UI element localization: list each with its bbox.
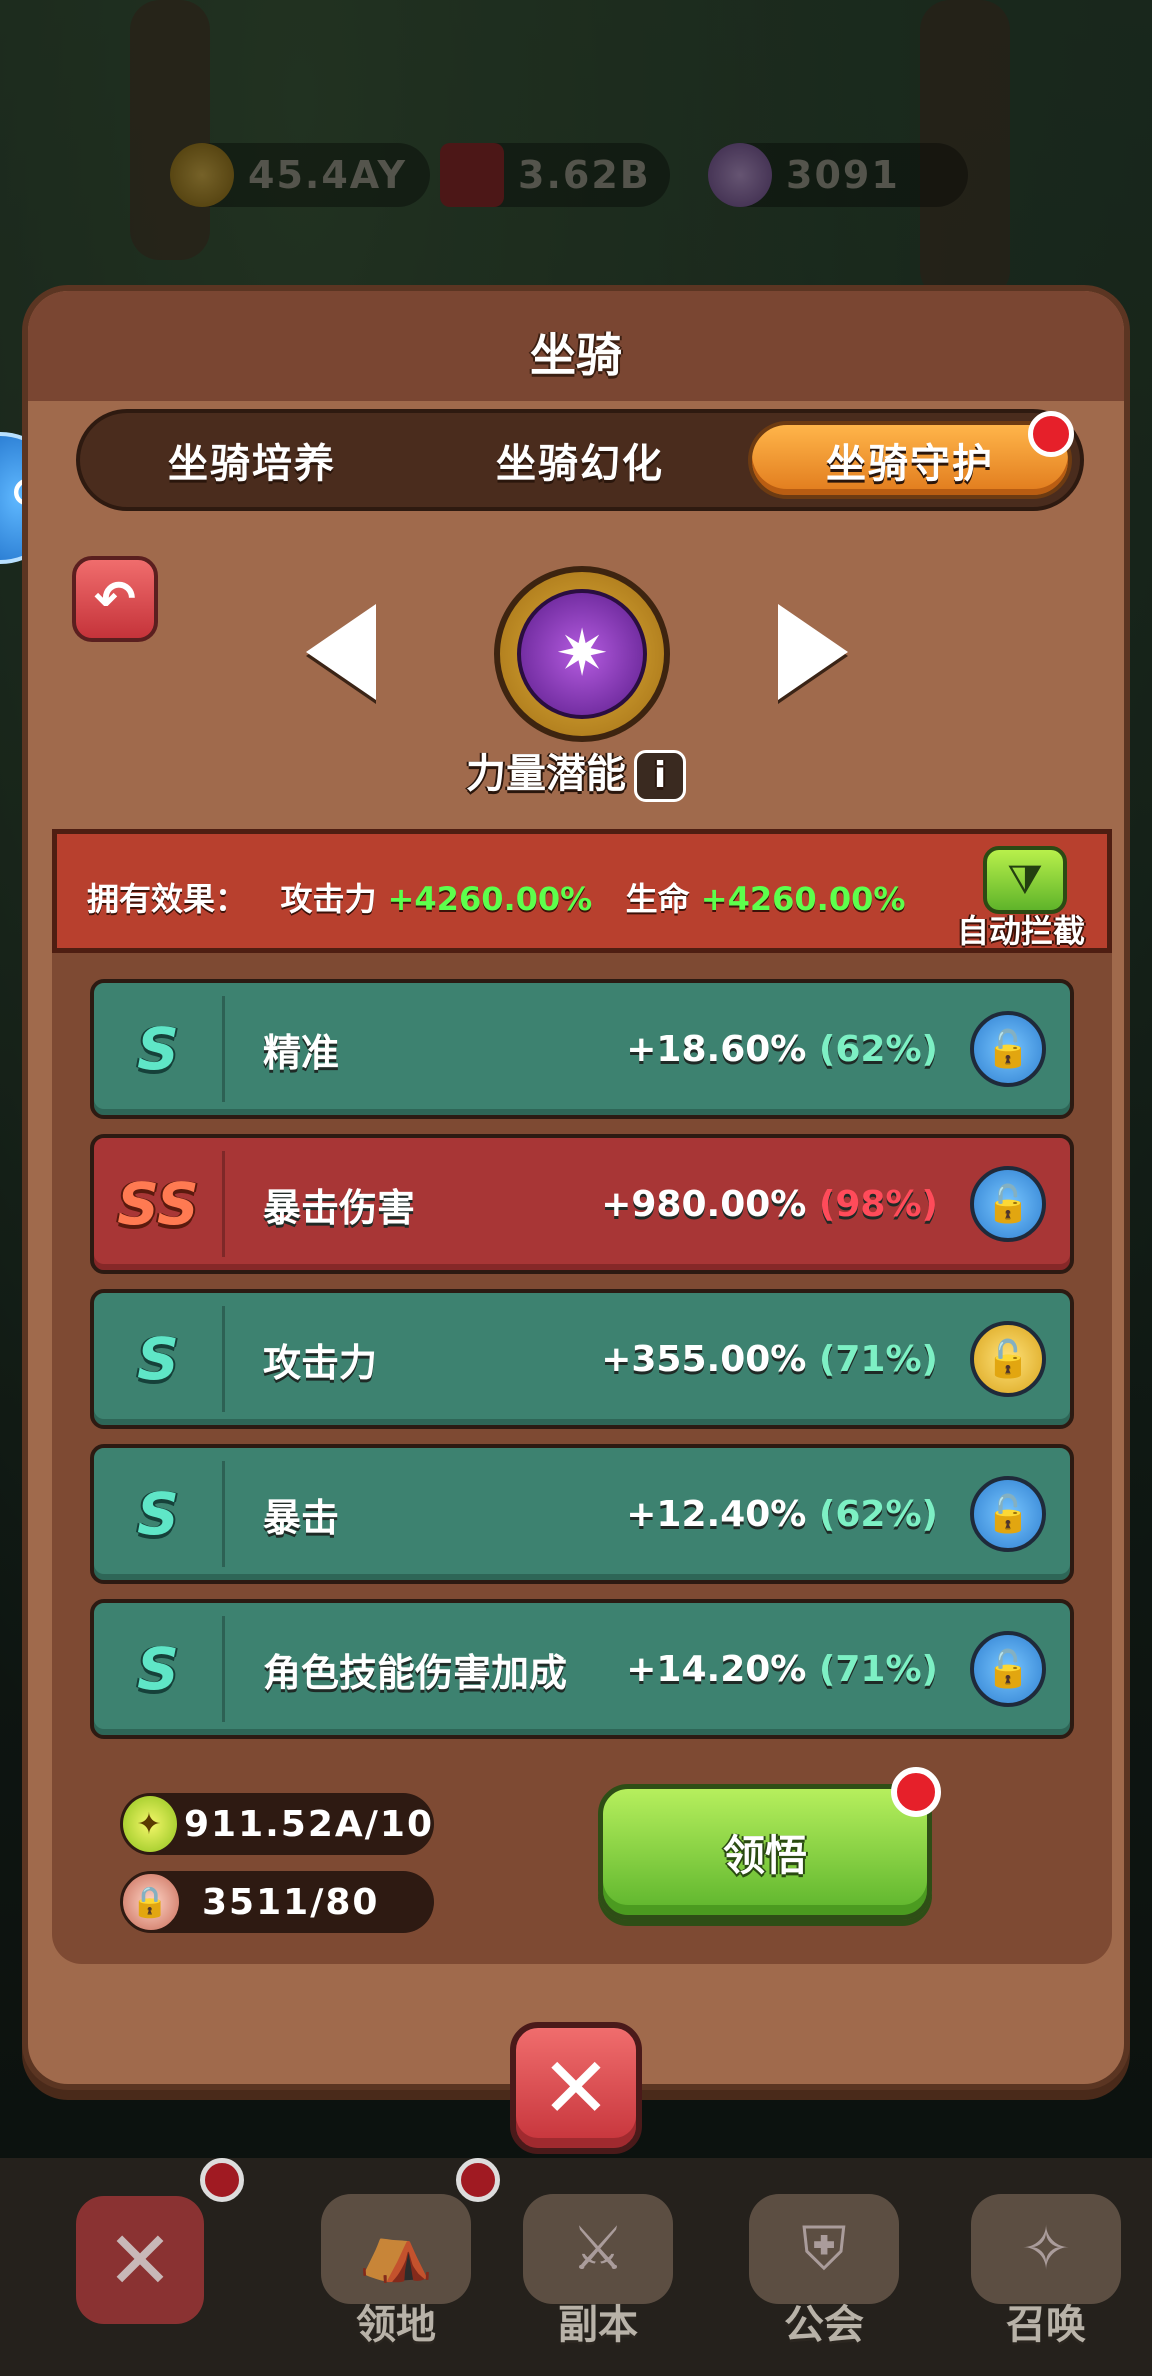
close-icon[interactable]: ✕ [76,2196,204,2324]
stat-value: +12.40% (62%) [626,1494,938,1535]
lock-counter: 🔒 3511/80 [120,1871,434,1933]
stat-row-crit-damage: SS 暴击伤害 +980.00% (98%) 🔓 [90,1134,1074,1274]
dialog-title: 坐骑 [530,328,622,382]
stat-amount: +12.40% [626,1493,807,1535]
close-button[interactable]: ✕ [510,2022,642,2154]
notification-dot [456,2158,500,2202]
stat-name: 暴击伤害 [263,1185,416,1230]
territory-icon: ⛺ [321,2194,471,2304]
stat-percent: (71%) [818,1338,938,1380]
grade-badge: SS [117,1170,199,1238]
stat-value: +980.00% (98%) [601,1184,938,1225]
nav-item-summon[interactable]: ✧ 召唤 [946,2170,1146,2350]
lock-icon[interactable]: 🔓 [970,1631,1046,1707]
back-button[interactable]: ↶ [72,556,158,642]
essence-value: 911.52A/10 [183,1803,434,1845]
stat-percent: (62%) [818,1493,938,1535]
guild-icon: ⛨ [749,2194,899,2304]
notification-dot [200,2158,244,2202]
effect-hp-value: +4260.00% [700,880,906,918]
nav-item-dungeon[interactable]: ⚔ 副本 [498,2170,698,2350]
nav-item-guild[interactable]: ⛨ 公会 [724,2170,924,2350]
stat-row-accuracy: S 精准 +18.60% (62%) 🔓 [90,979,1074,1119]
effect-attack-label: 攻击力 [280,880,377,918]
awaken-button[interactable]: 领悟 [598,1767,941,1920]
stat-percent: (98%) [818,1183,938,1225]
effect-attack-value: +4260.00% [387,880,593,918]
stat-value: +14.20% (71%) [626,1649,938,1690]
awaken-label: 领悟 [722,1830,807,1880]
effect-hp-label: 生命 [625,880,690,918]
stat-amount: +14.20% [626,1648,807,1690]
grade-badge: S [137,1325,179,1393]
lock-token-icon: 🔒 [120,1871,182,1933]
emblem-name: 力量潜能 [466,751,626,797]
stat-value: +355.00% (71%) [601,1339,938,1380]
tab-bar: 坐骑培养 坐骑幻化 坐骑守护 [76,409,1084,511]
notification-dot [1028,411,1074,457]
tab-mount-guard-label: 坐骑守护 [826,441,994,487]
power-potential-emblem: ✷ [494,566,670,742]
grade-badge: S [137,1635,179,1703]
owned-effect-bar: 拥有效果： 攻击力 +4260.00% 生命 +4260.00% ⧩ 自动拦截 [52,829,1112,953]
stat-percent: (71%) [818,1648,938,1690]
effect-label: 拥有效果： [87,880,248,918]
stat-name: 精准 [263,1030,340,1075]
essence-icon: ✦ [120,1793,180,1855]
tab-mount-skin[interactable]: 坐骑幻化 [420,421,740,499]
lock-icon[interactable]: 🔓 [970,1476,1046,1552]
stat-amount: +18.60% [626,1028,807,1070]
stat-amount: +980.00% [601,1183,807,1225]
tab-mount-training[interactable]: 坐骑培养 [92,421,412,499]
stat-name: 暴击 [263,1495,340,1540]
essence-counter: ✦ 911.52A/10 [120,1793,434,1855]
next-arrow-icon[interactable] [778,604,848,700]
grade-badge: S [137,1015,179,1083]
lock-icon[interactable]: 🔓 [970,1011,1046,1087]
stat-percent: (62%) [818,1028,938,1070]
owned-effect-text: 拥有效果： 攻击力 +4260.00% 生命 +4260.00% [87,874,905,920]
dungeon-icon: ⚔ [523,2194,673,2304]
stat-amount: +355.00% [601,1338,807,1380]
lock-icon[interactable]: 🔓 [970,1166,1046,1242]
stat-name: 攻击力 [263,1340,378,1385]
stat-row-attack: S 攻击力 +355.00% (71%) 🔓 [90,1289,1074,1429]
stat-row-crit: S 暴击 +12.40% (62%) 🔓 [90,1444,1074,1584]
previous-arrow-icon[interactable] [306,604,376,700]
lightning-burst-icon: ✷ [517,589,647,719]
emblem-title-row: 力量潜能 i [28,741,1124,802]
info-icon[interactable]: i [634,750,686,802]
stat-name: 角色技能伤害加成 [263,1650,568,1695]
filter-icon[interactable]: ⧩ [983,846,1067,914]
mount-dialog: 坐骑 坐骑培养 坐骑幻化 坐骑守护 ↶ ✷ 力量潜能 i 拥有效果： 攻击力 +4… [22,285,1130,2090]
lock-icon[interactable]: 🔓 [970,1321,1046,1397]
lock-count-value: 3511/80 [202,1881,380,1923]
stat-row-skill-damage: S 角色技能伤害加成 +14.20% (71%) 🔓 [90,1599,1074,1739]
grade-badge: S [137,1480,179,1548]
summon-icon: ✧ [971,2194,1121,2304]
stat-value: +18.60% (62%) [626,1029,938,1070]
auto-intercept-label[interactable]: 自动拦截 [957,906,1085,952]
tab-mount-guard[interactable]: 坐骑守护 [748,411,1074,499]
notification-dot [891,1767,941,1817]
